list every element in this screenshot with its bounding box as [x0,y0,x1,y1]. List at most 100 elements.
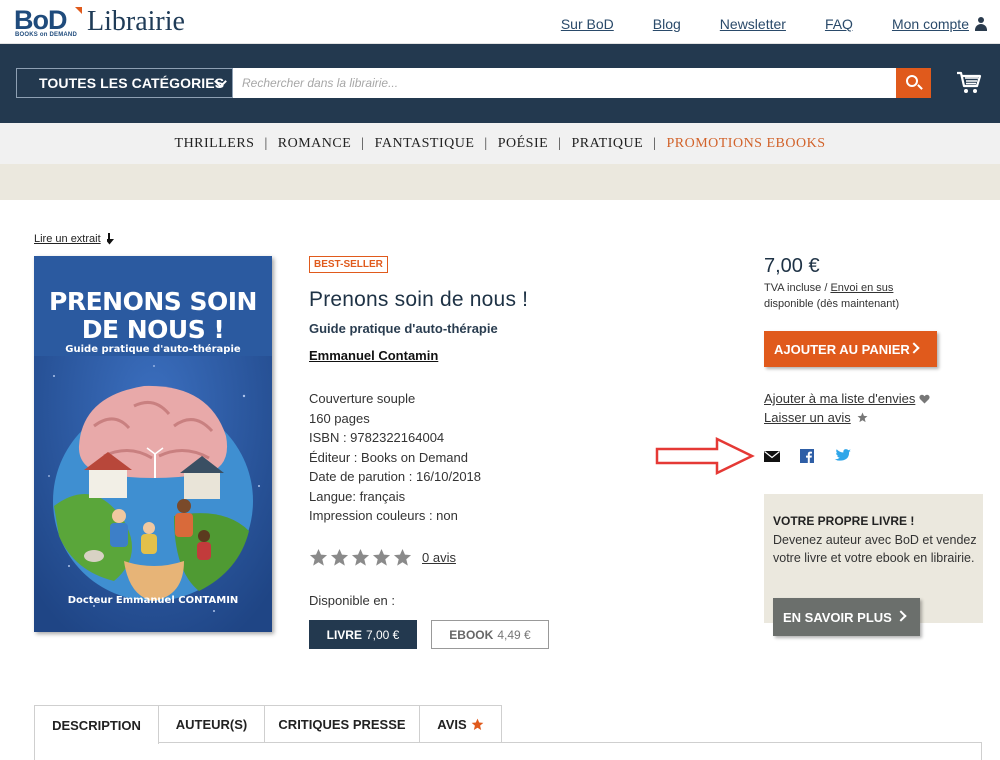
search-icon-handle [917,84,923,90]
tab-auteurs[interactable]: AUTEUR(S) [159,705,265,743]
product-subtitle: Guide pratique d'auto-thérapie [309,321,498,336]
leave-review-link[interactable]: Laisser un avis [764,410,851,425]
nav-thrillers[interactable]: THRILLERS [165,136,265,152]
account-link[interactable]: Mon compte [892,16,988,32]
category-select-label: TOUTES LES CATÉGORIES [39,75,225,91]
tab-avis-label: AVIS [437,716,467,732]
tab-panel-mask [35,742,158,744]
read-excerpt-link[interactable]: Lire un extrait [34,233,101,245]
cover-subtitle: Guide pratique d'auto-thérapie [65,344,241,355]
top-bar: BoD BOOKS on DEMAND Librairie Sur BoD Bl… [0,0,1000,44]
detail-date: Date de parution : 16/10/2018 [309,469,482,484]
shipping-link[interactable]: Envoi en sus [830,282,893,294]
heart-icon [919,394,930,403]
search-band: TOUTES LES CATÉGORIES [0,44,1000,123]
account-label: Mon compte [891,16,969,32]
author-link[interactable]: Emmanuel Contamin [309,348,438,363]
promo-title: VOTRE PROPRE LIVRE ! [773,514,915,528]
tab-critiques-label: CRITIQUES PRESSE [278,716,406,732]
cover-title: PRENONS SOIN DE NOUS ! [34,288,272,344]
link-newsletter[interactable]: Newsletter [720,16,786,32]
tab-auteurs-label: AUTEUR(S) [175,716,248,732]
bestseller-badge: BEST-SELLER [309,256,388,273]
detail-isbn: ISBN : 9782322164004 [309,430,445,445]
reviews-count-link[interactable]: 0 avis [422,550,456,565]
cover-author: Docteur Emmanuel CONTAMIN [67,595,239,606]
format-ebook-price: 4,49 € [497,627,531,642]
chevron-right-icon [895,610,907,622]
breadcrumb-strip [0,164,1000,200]
tva-text: TVA incluse / [764,282,831,294]
logo-title: Librairie [87,6,185,37]
nav-romance[interactable]: ROMANCE [268,136,362,152]
learn-more-label: EN SAVOIR PLUS [783,609,892,625]
star-icon [372,548,391,566]
link-blog[interactable]: Blog [653,16,681,32]
search-button[interactable] [896,68,931,98]
format-ebook-label: EBOOK [449,627,494,642]
wishlist-row: Ajouter à ma liste d'envies [764,391,930,406]
user-icon [974,17,988,31]
top-links: Sur BoD Blog Newsletter FAQ Mon compte [522,16,988,32]
add-to-cart-label: AJOUTER AU PANIER [774,341,910,357]
nav-promotions-ebooks[interactable]: PROMOTIONS EBOOKS [656,136,835,152]
detail-language: Langue: français [309,488,406,504]
star-icon [309,548,328,566]
book-cover[interactable]: PRENONS SOIN DE NOUS ! Guide pratique d'… [34,256,272,632]
tab-avis[interactable]: AVIS [420,705,502,743]
review-row: Laisser un avis [764,410,868,425]
format-ebook-button[interactable]: EBOOK 4,49 € [431,620,549,649]
tab-description[interactable]: DESCRIPTION [34,705,159,744]
share-icons [764,449,851,463]
logo-subtitle: BOOKS on DEMAND [15,32,77,38]
promo-text: Devenez auteur avec BoD et vendez votre … [773,533,977,565]
detail-pages: 160 pages [309,410,370,426]
category-select[interactable]: TOUTES LES CATÉGORIES [16,68,233,98]
annotation-arrow-icon [655,437,755,475]
format-livre-button[interactable]: LIVRE 7,00 € [309,620,417,649]
facebook-icon[interactable] [800,449,814,463]
product-title: Prenons soin de nous ! [309,288,529,311]
detail-binding: Couverture souple [309,391,416,406]
cart-icon[interactable] [956,71,982,95]
nav-poesie[interactable]: POÉSIE [488,136,558,152]
format-livre-price: 7,00 € [365,627,400,642]
category-nav: THRILLERS | ROMANCE | FANTASTIQUE | POÉS… [0,123,1000,164]
tva-note: TVA incluse / Envoi en sus [764,282,893,294]
nav-fantastique[interactable]: FANTASTIQUE [365,136,485,152]
star-icon [857,412,868,423]
chevron-right-icon [908,342,920,354]
excerpt-link-wrap: Lire un extrait [34,233,116,245]
star-icon [330,548,349,566]
logo-triangle-icon [75,7,82,14]
nav-pratique[interactable]: PRATIQUE [561,136,653,152]
tab-description-label: DESCRIPTION [52,717,141,733]
tab-panel [34,742,982,760]
star-icon [351,548,370,566]
cover-illustration [34,356,272,632]
wishlist-link[interactable]: Ajouter à ma liste d'envies [764,391,915,406]
twitter-icon[interactable] [834,449,851,463]
search-input[interactable] [233,68,896,98]
detail-publisher: Éditeur : Books on Demand [309,449,468,465]
tab-critiques-presse[interactable]: CRITIQUES PRESSE [265,705,420,743]
learn-more-button[interactable]: EN SAVOIR PLUS [773,598,920,636]
email-icon[interactable] [764,450,780,462]
cover-title-line1: PRENONS SOIN [49,287,257,316]
detail-color-print: Impression couleurs : non [309,508,458,523]
add-to-cart-button[interactable]: AJOUTER AU PANIER [764,331,937,367]
product-tabs: DESCRIPTION AUTEUR(S) CRITIQUES PRESSE A… [34,705,502,744]
link-sur-bod[interactable]: Sur BoD [561,16,614,32]
logo-brand: BoD [14,5,67,35]
cover-title-line2: DE NOUS ! [81,315,225,344]
star-icon [393,548,412,566]
availability-text: disponible (dès maintenant) [764,298,900,310]
product-details: Couverture souple 160 pages ISBN : 97823… [309,389,481,526]
star-icon [471,718,484,730]
link-faq[interactable]: FAQ [825,16,853,32]
product-price: 7,00 € [764,255,820,277]
format-livre-label: LIVRE [326,627,362,642]
arrow-down-icon [106,233,114,245]
available-in-label: Disponible en : [309,593,395,608]
rating-stars: 0 avis [309,548,456,567]
